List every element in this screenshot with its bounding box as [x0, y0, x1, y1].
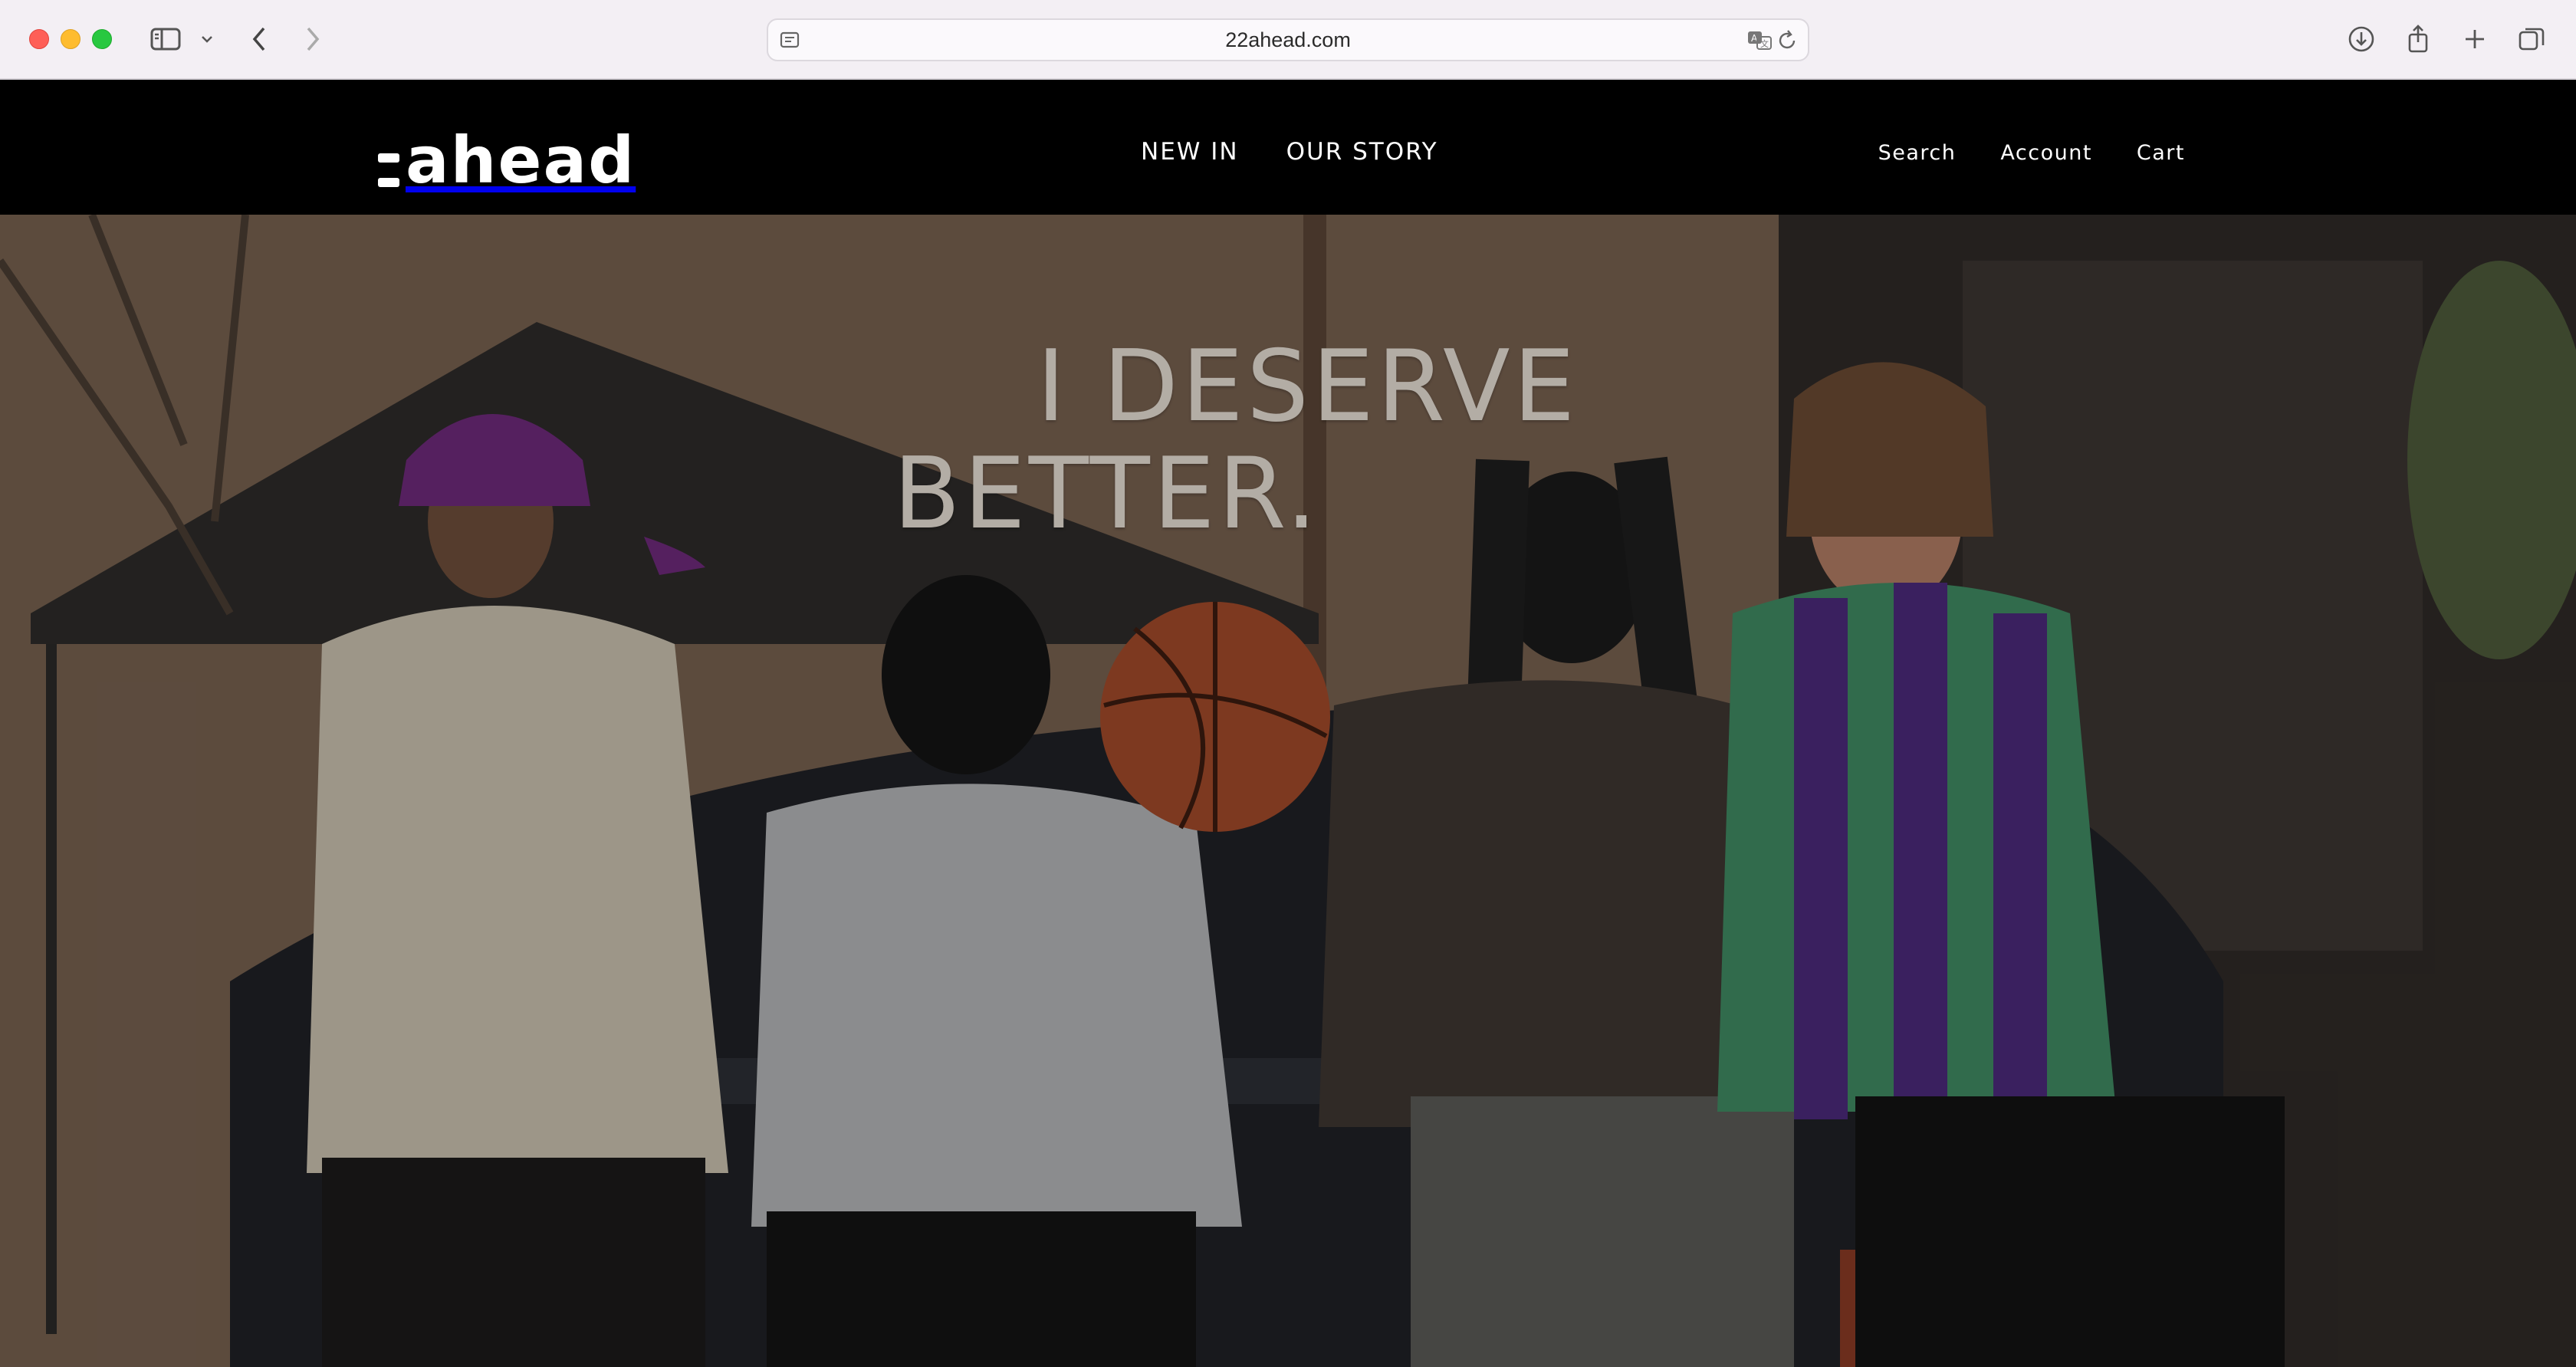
- browser-toolbar: 22ahead.com A文: [0, 0, 2576, 80]
- share-icon[interactable]: [2401, 21, 2435, 57]
- address-bar[interactable]: 22ahead.com A文: [767, 18, 1809, 61]
- minimize-window-button[interactable]: [61, 29, 80, 49]
- nav-our-story[interactable]: OUR STORY: [1286, 138, 1438, 166]
- translate-icon[interactable]: A文: [1746, 29, 1774, 56]
- svg-text:文: 文: [1760, 38, 1769, 49]
- nav-account[interactable]: Account: [2000, 141, 2092, 165]
- tabs-overview-icon[interactable]: [2515, 21, 2548, 57]
- plus-icon[interactable]: [2458, 21, 2492, 57]
- logo-22-mark: [378, 153, 399, 187]
- zoom-window-button[interactable]: [92, 29, 112, 49]
- forward-arrow-icon[interactable]: [297, 21, 328, 57]
- reload-icon[interactable]: [1777, 29, 1799, 56]
- hero-banner[interactable]: I DESERVE BETTER.: [0, 215, 2576, 1367]
- nav-new-in[interactable]: NEW IN: [1141, 138, 1239, 166]
- site-header: ahead NEW IN OUR STORY Search Account Ca…: [0, 80, 2576, 215]
- utility-nav: Search Account Cart: [1878, 141, 2185, 165]
- back-arrow-icon[interactable]: [244, 21, 274, 57]
- chevron-down-icon[interactable]: [196, 21, 218, 57]
- main-nav: NEW IN OUR STORY: [1141, 138, 1438, 166]
- site-logo[interactable]: ahead: [378, 123, 636, 198]
- close-window-button[interactable]: [29, 29, 49, 49]
- hero-headline-line2: BETTER.: [893, 437, 1320, 551]
- logo-wordmark: ahead: [406, 123, 636, 198]
- sidebar-icon[interactable]: [147, 21, 184, 57]
- hero-headline-line1: I DESERVE: [1037, 330, 1579, 444]
- nav-search[interactable]: Search: [1878, 141, 1957, 165]
- download-icon[interactable]: [2344, 21, 2378, 57]
- url-text: 22ahead.com: [1225, 28, 1351, 51]
- nav-cart[interactable]: Cart: [2137, 141, 2185, 165]
